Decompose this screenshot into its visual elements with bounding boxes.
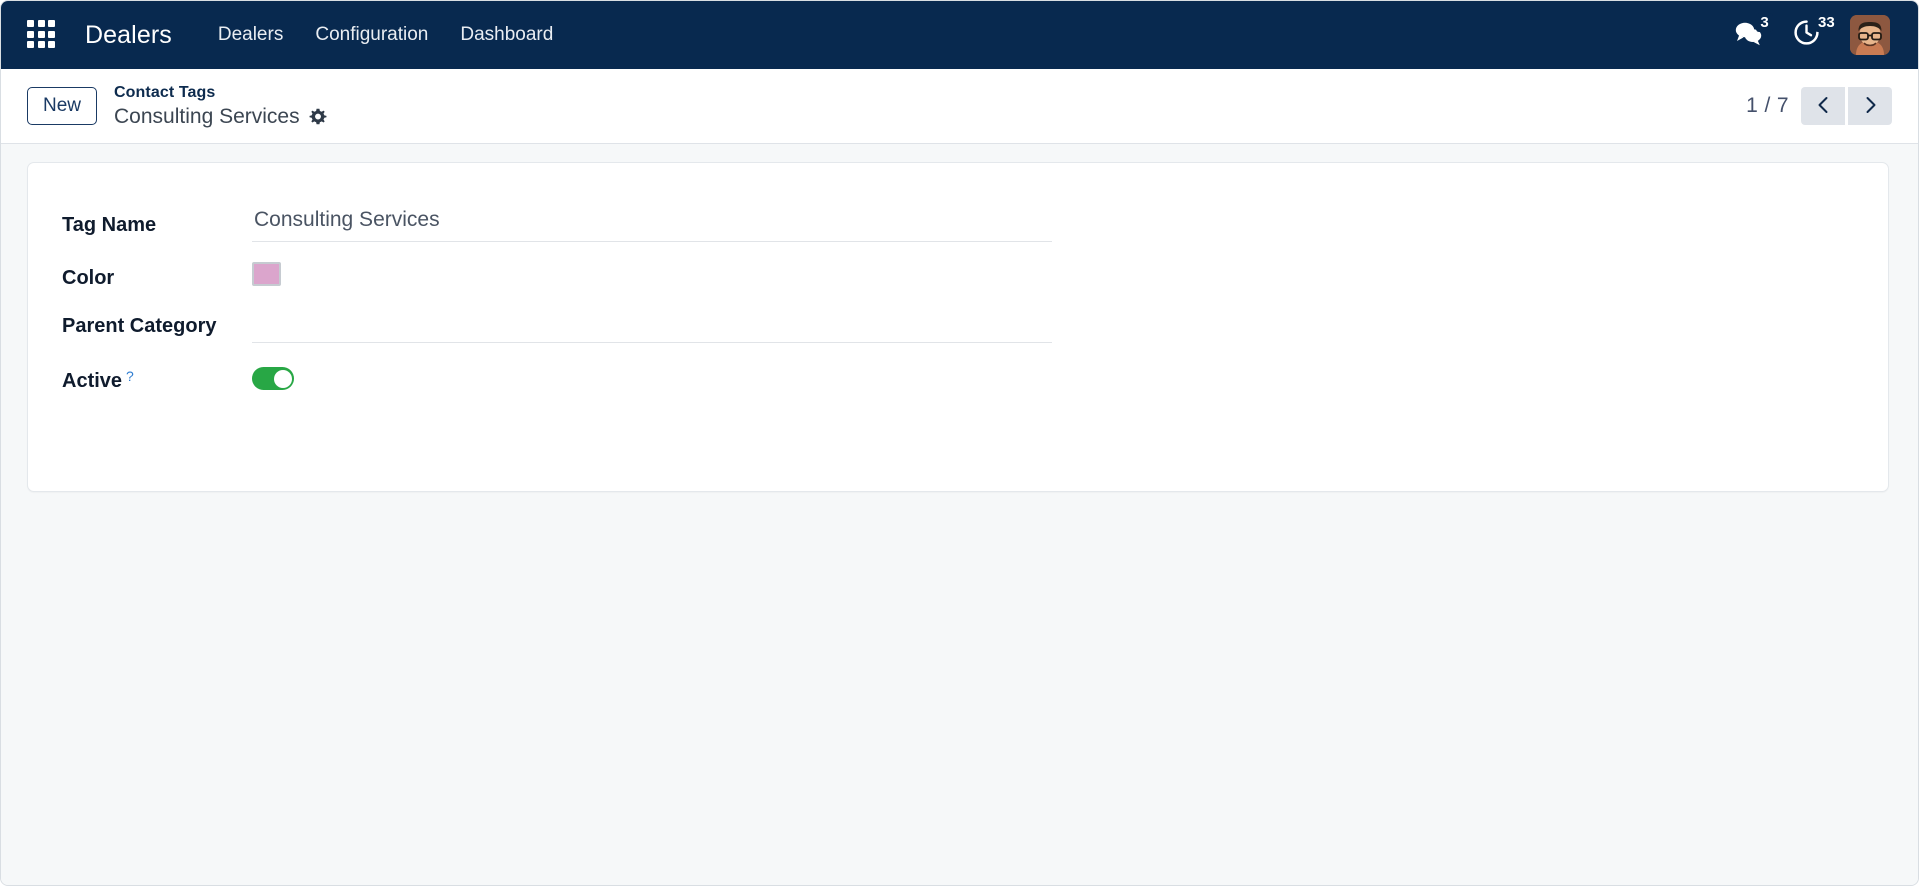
breadcrumb-parent-contact-tags[interactable]: Contact Tags: [114, 82, 327, 104]
menu-item-dealers[interactable]: Dealers: [202, 16, 299, 54]
chevron-left-icon: [1815, 95, 1832, 118]
label-tag-name: Tag Name: [62, 214, 157, 236]
application-window: Dealers Dealers Configuration Dashboard …: [0, 0, 1919, 886]
value-color: [252, 258, 1854, 286]
toggle-knob: [273, 369, 292, 388]
label-active: Active ?: [62, 361, 252, 396]
breadcrumb: Contact Tags Consulting Services: [114, 82, 327, 131]
menu-item-dashboard[interactable]: Dashboard: [444, 16, 569, 54]
apps-grid-icon[interactable]: [27, 20, 57, 50]
field-row-color: Color: [62, 258, 1854, 293]
form-sheet: Tag Name Color Parent Category: [27, 162, 1889, 492]
field-row-tag-name: Tag Name: [62, 205, 1854, 242]
parent-category-input[interactable]: [252, 306, 1052, 343]
new-button[interactable]: New: [27, 86, 98, 126]
control-panel: New Contact Tags Consulting Services 1 /…: [1, 69, 1918, 144]
pager-previous-button[interactable]: [1801, 87, 1845, 125]
pager-next-button[interactable]: [1848, 87, 1892, 125]
pager-buttons: [1801, 87, 1892, 125]
main-menu: Dealers Configuration Dashboard: [202, 16, 569, 54]
field-row-parent-category: Parent Category: [62, 306, 1854, 343]
record-pager: 1 / 7: [1746, 87, 1896, 125]
systray: 3 33: [1734, 13, 1896, 55]
label-active-text: Active: [62, 370, 123, 392]
tag-name-input[interactable]: [252, 205, 1052, 242]
value-tag-name: [252, 205, 1854, 242]
messages-menu[interactable]: 3: [1734, 13, 1773, 55]
field-group: Tag Name Color Parent Category: [28, 205, 1888, 396]
chevron-right-icon: [1862, 95, 1879, 118]
menu-item-configuration[interactable]: Configuration: [299, 16, 444, 54]
content-area: Tag Name Color Parent Category: [1, 144, 1918, 885]
avatar[interactable]: [1850, 15, 1890, 55]
label-color: Color: [62, 267, 115, 289]
help-tooltip-icon[interactable]: ?: [126, 369, 134, 383]
activities-menu[interactable]: 33: [1793, 13, 1838, 55]
top-navbar: Dealers Dealers Configuration Dashboard …: [1, 1, 1918, 69]
value-active: [252, 361, 1854, 390]
brand-app-name[interactable]: Dealers: [85, 21, 172, 50]
field-row-active: Active ?: [62, 361, 1854, 396]
pager-counter[interactable]: 1 / 7: [1746, 94, 1789, 118]
activities-counter: 33: [1815, 13, 1838, 32]
breadcrumb-current-row: Consulting Services: [114, 104, 327, 130]
label-parent-category: Parent Category: [62, 315, 217, 337]
messages-counter: 3: [1756, 13, 1773, 32]
record-title: Consulting Services: [114, 105, 300, 129]
color-swatch[interactable]: [252, 262, 281, 286]
value-parent-category: [252, 306, 1854, 343]
gear-icon[interactable]: [309, 108, 327, 126]
active-toggle[interactable]: [252, 367, 294, 390]
